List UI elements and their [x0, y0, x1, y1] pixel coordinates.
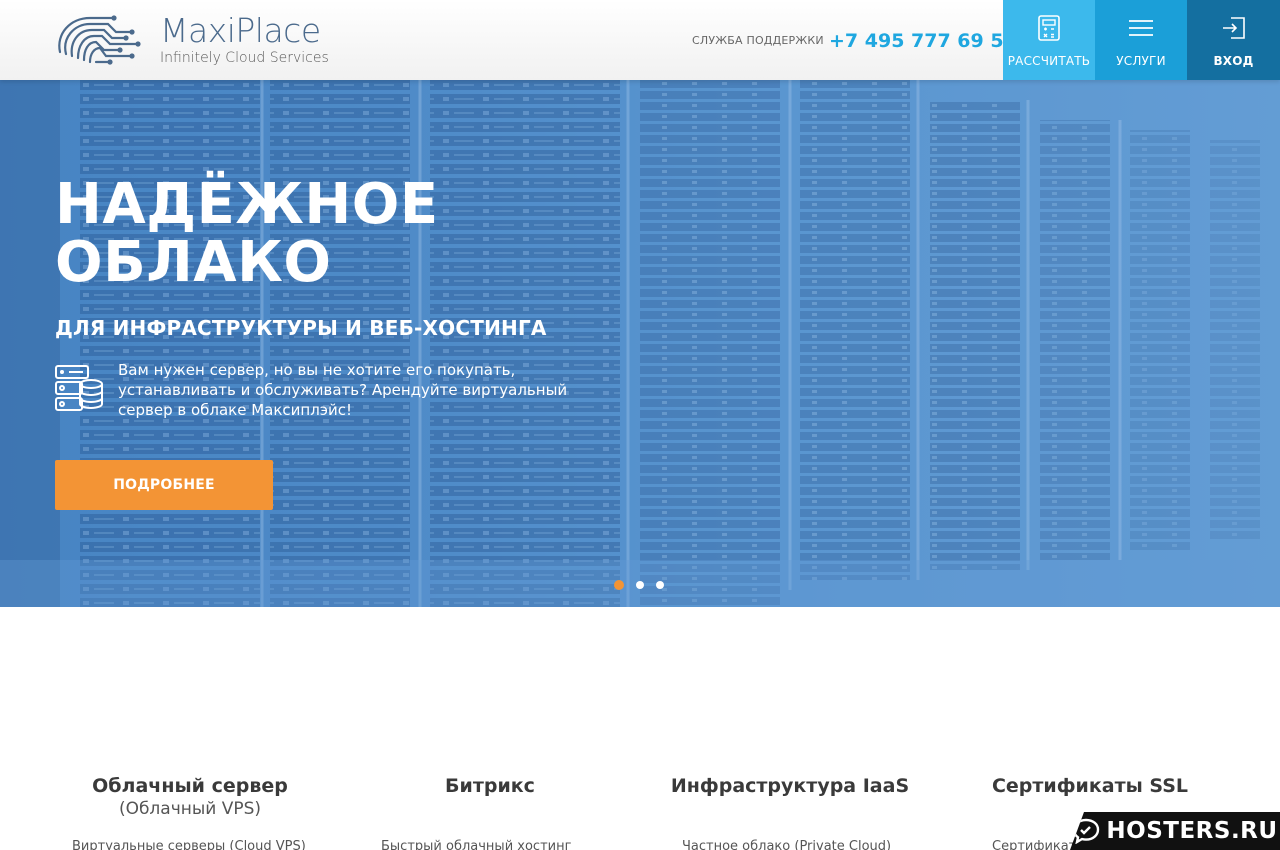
- slider-dot-3[interactable]: [656, 581, 664, 589]
- menu-icon: [1129, 20, 1153, 36]
- slider-pagination: [614, 580, 664, 590]
- slider-dot-1[interactable]: [614, 580, 624, 590]
- server-racks-background: [0, 80, 1280, 607]
- login-label: ВХОД: [1213, 54, 1254, 68]
- hero-title-line-2: ОБЛАКО: [55, 230, 332, 295]
- hero-title: НАДЁЖНОЕ ОБЛАКО: [55, 176, 439, 292]
- logo-name: MaxiPlace: [160, 11, 321, 50]
- hero-description: Вам нужен сервер, но вы не хотите его по…: [118, 361, 568, 419]
- service-title: Инфраструктура IaaS: [670, 775, 910, 797]
- calculate-button[interactable]: РАССЧИТАТЬ: [1003, 0, 1095, 80]
- site-header: MaxiPlace Infinitely Cloud Services СЛУЖ…: [0, 0, 1280, 80]
- support-label: СЛУЖБА ПОДДЕРЖКИ: [692, 34, 824, 47]
- hosters-watermark: HOSTERS.RU: [1070, 812, 1280, 850]
- site-logo[interactable]: MaxiPlace Infinitely Cloud Services: [54, 12, 334, 68]
- services-label: УСЛУГИ: [1116, 54, 1166, 68]
- hero-description-block: Вам нужен сервер, но вы не хотите его по…: [55, 360, 575, 420]
- login-icon: [1222, 17, 1245, 39]
- service-bitrix[interactable]: Битрикс: [340, 775, 640, 797]
- hero-slider: НАДЁЖНОЕ ОБЛАКО ДЛЯ ИНФРАСТРУКТУРЫ И ВЕБ…: [0, 80, 1280, 607]
- service-iaas[interactable]: Инфраструктура IaaS: [640, 775, 940, 797]
- server-database-icon: [55, 365, 103, 411]
- calculate-label: РАССЧИТАТЬ: [1007, 54, 1091, 68]
- services-menu-button[interactable]: УСЛУГИ: [1095, 0, 1187, 80]
- login-button[interactable]: ВХОД: [1187, 0, 1280, 80]
- circuit-logo-icon: [58, 15, 141, 65]
- logo-tagline: Infinitely Cloud Services: [160, 50, 329, 66]
- service-ssl[interactable]: Сертификаты SSL: [940, 775, 1240, 797]
- service-title: Сертификаты SSL: [991, 775, 1189, 797]
- more-details-button[interactable]: ПОДРОБНЕЕ: [55, 460, 273, 510]
- slider-dot-2[interactable]: [636, 581, 644, 589]
- service-title: Битрикс: [445, 775, 535, 797]
- calculator-icon: [1038, 15, 1060, 41]
- service-description: Виртуальные серверы (Cloud VPS): [72, 839, 306, 850]
- service-description: Быстрый облачный хостинг: [381, 839, 572, 850]
- watermark-text: HOSTERS.RU: [1106, 818, 1278, 844]
- hero-title-line-1: НАДЁЖНОЕ: [55, 172, 439, 237]
- service-description: Частное облако (Private Cloud): [682, 839, 892, 850]
- service-subtitle: (Облачный VPS): [118, 799, 262, 819]
- service-cloud-server[interactable]: Облачный сервер (Облачный VPS): [40, 775, 340, 819]
- support-phone-link[interactable]: +7 495 777 69 54: [829, 30, 1017, 52]
- hero-subtitle: ДЛЯ ИНФРАСТРУКТУРЫ И ВЕБ-ХОСТИНГА: [55, 316, 547, 340]
- service-title: Облачный сервер: [92, 775, 288, 797]
